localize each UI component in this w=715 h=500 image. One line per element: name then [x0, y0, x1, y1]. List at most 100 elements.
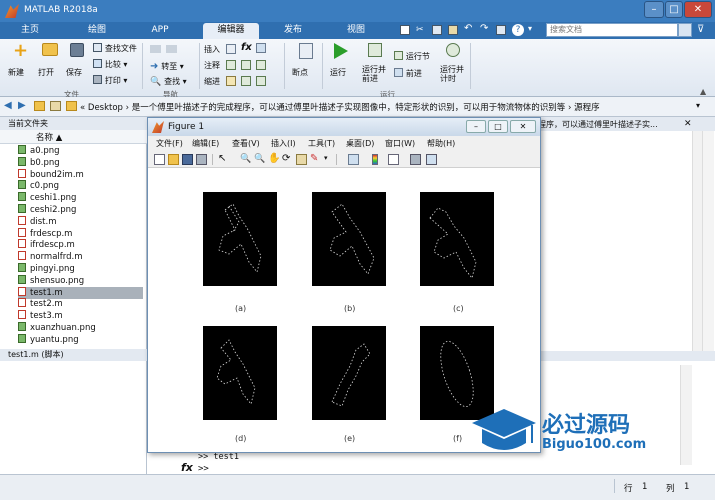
menu-view[interactable]: 查看(V): [232, 138, 260, 149]
tab-publish[interactable]: 发布: [270, 23, 316, 39]
editor-tab-snippet[interactable]: 程序，可以通过傅里叶描述子实...: [538, 119, 658, 130]
file-list-item[interactable]: xuanzhuan.png: [18, 322, 143, 334]
colorbar-icon[interactable]: [372, 154, 378, 165]
switch-windows-icon[interactable]: [496, 25, 506, 35]
figure-window[interactable]: Figure 1 – □ ✕ 文件(F) 编辑(E) 查看(V) 插入(I) 工…: [147, 117, 541, 453]
paste-icon[interactable]: [448, 25, 458, 35]
nav-forward-icon[interactable]: [166, 45, 177, 53]
run-section-button[interactable]: 运行节: [394, 51, 430, 62]
file-list-item[interactable]: c0.png: [18, 180, 143, 192]
file-list-item[interactable]: bound2im.m: [18, 168, 143, 181]
column-header-name[interactable]: 名称 ▲: [0, 130, 147, 144]
tab-editor[interactable]: 编辑器: [203, 23, 259, 39]
advance-button[interactable]: 前进: [394, 68, 422, 79]
file-list-item[interactable]: test1.m: [18, 286, 143, 299]
outdent-icon[interactable]: [256, 76, 266, 86]
nav-back-icon[interactable]: [150, 45, 161, 53]
figure-maximize-button[interactable]: □: [488, 120, 508, 133]
run-and-time-button[interactable]: 运行并 计时: [440, 43, 468, 83]
undo-icon[interactable]: ↶: [464, 23, 472, 34]
file-list-item[interactable]: frdescp.m: [18, 227, 143, 240]
menu-insert[interactable]: 插入(I): [271, 138, 296, 149]
data-cursor-icon[interactable]: [296, 154, 307, 165]
wrap-comment-icon[interactable]: [256, 60, 266, 70]
forward-icon[interactable]: ▶: [18, 100, 26, 111]
find-button[interactable]: 🔍 查找 ▾: [150, 76, 187, 87]
comment-button[interactable]: 注释: [204, 60, 220, 71]
brush-dropdown-icon[interactable]: ▾: [324, 154, 328, 162]
redo-icon[interactable]: ↷: [480, 23, 488, 34]
fx-button[interactable]: fx: [241, 42, 252, 53]
insert-button[interactable]: 插入: [204, 44, 220, 55]
save-quick-icon[interactable]: [400, 25, 410, 35]
file-list-item[interactable]: pingyi.png: [18, 263, 143, 275]
menu-edit[interactable]: 编辑(E): [192, 138, 219, 149]
file-list-item[interactable]: test2.m: [18, 298, 143, 310]
legend-icon[interactable]: [388, 154, 399, 165]
file-list-item[interactable]: yuantu.png: [18, 333, 143, 346]
minimize-button[interactable]: –: [644, 1, 664, 18]
new-button[interactable]: + 新建: [8, 42, 34, 78]
smart-indent-icon[interactable]: [226, 76, 236, 86]
maximize-button[interactable]: □: [665, 1, 683, 18]
help-icon[interactable]: ?: [512, 24, 524, 36]
menu-tools[interactable]: 工具(T): [308, 138, 335, 149]
open-button[interactable]: 打开: [38, 43, 64, 78]
cut-icon[interactable]: ✂: [416, 25, 426, 35]
print-figure-icon[interactable]: [196, 154, 207, 165]
search-docs-input[interactable]: 搜索文档: [546, 23, 678, 37]
command-prompt[interactable]: >>: [198, 464, 209, 474]
figure-title-bar[interactable]: Figure 1 – □ ✕: [148, 118, 540, 136]
file-list-item[interactable]: normalfrd.m: [18, 251, 143, 263]
filter-icon[interactable]: ⊽: [697, 24, 704, 35]
link-plot-icon[interactable]: [348, 154, 359, 165]
print-button[interactable]: 打印 ▾: [93, 75, 127, 86]
save-figure-icon[interactable]: [182, 154, 193, 165]
ribbon-collapse-icon[interactable]: ▲: [700, 87, 706, 96]
up-folder-icon[interactable]: [34, 101, 45, 111]
file-list-item[interactable]: shensuo.png: [18, 274, 143, 287]
uncomment-icon[interactable]: [241, 60, 251, 70]
hide-plot-tools-icon[interactable]: [410, 154, 421, 165]
pan-icon[interactable]: ✋: [268, 154, 280, 165]
find-files-button[interactable]: 查找文件: [93, 43, 137, 54]
pointer-icon[interactable]: ↖: [218, 154, 229, 165]
show-plot-tools-icon[interactable]: [426, 154, 437, 165]
open-file-icon[interactable]: [168, 154, 179, 165]
browse-icon[interactable]: [50, 101, 61, 111]
breakpoints-button[interactable]: 断点: [292, 43, 322, 78]
menu-window[interactable]: 窗口(W): [385, 138, 415, 149]
insert-section-icon[interactable]: [226, 44, 236, 54]
run-button[interactable]: 运行: [330, 43, 354, 78]
comment-percent-icon[interactable]: [226, 60, 236, 70]
file-list-item[interactable]: ceshi1.png: [18, 192, 143, 204]
new-figure-icon[interactable]: [154, 154, 165, 165]
insert-dropdown-icon[interactable]: [256, 43, 266, 53]
indent-icon[interactable]: [241, 76, 251, 86]
path-dropdown-icon[interactable]: ▾: [696, 101, 700, 110]
tab-view[interactable]: 视图: [334, 23, 378, 39]
menu-file[interactable]: 文件(F): [156, 138, 183, 149]
indent-button[interactable]: 缩进: [204, 76, 220, 87]
back-icon[interactable]: ◀: [4, 100, 12, 111]
file-list-item[interactable]: dist.m: [18, 215, 143, 228]
run-advance-button[interactable]: 运行并 前进: [362, 43, 390, 83]
editor-scrollbar[interactable]: [692, 131, 702, 351]
search-icon[interactable]: [678, 23, 692, 37]
file-list-item[interactable]: a0.png: [18, 145, 143, 157]
tab-home[interactable]: 主页: [8, 23, 52, 39]
figure-close-button[interactable]: ✕: [510, 120, 536, 133]
workspace-scrollbar[interactable]: [702, 131, 714, 351]
file-list-item[interactable]: b0.png: [18, 156, 143, 169]
rotate-icon[interactable]: ⟳: [282, 154, 293, 165]
goto-button[interactable]: ➜ 转至 ▾: [150, 61, 184, 72]
save-button[interactable]: 保存: [66, 43, 92, 78]
figure-minimize-button[interactable]: –: [466, 120, 486, 133]
command-scrollbar[interactable]: [680, 365, 692, 465]
zoom-in-icon[interactable]: 🔍: [240, 154, 251, 165]
tab-apps[interactable]: APP: [138, 23, 182, 39]
menu-help[interactable]: 帮助(H): [427, 138, 455, 149]
dropdown-icon[interactable]: ▾: [528, 24, 532, 33]
file-list-item[interactable]: ceshi2.png: [18, 204, 143, 216]
menu-desktop[interactable]: 桌面(D): [346, 138, 374, 149]
